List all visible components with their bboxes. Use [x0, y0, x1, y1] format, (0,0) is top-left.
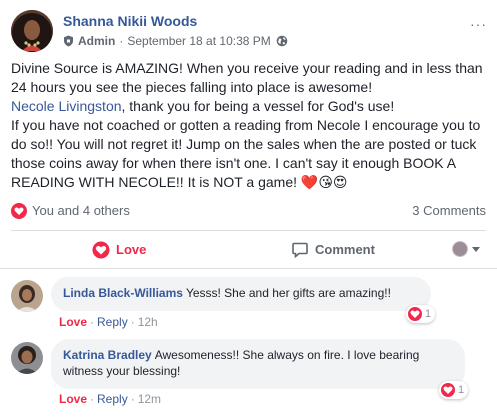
comment-action-separator: ·: [90, 315, 95, 329]
love-button[interactable]: Love: [92, 231, 146, 268]
post-body: Divine Source is AMAZING! When you recei…: [11, 59, 489, 192]
comment-button-label: Comment: [315, 242, 375, 257]
comment-reaction-count[interactable]: 1: [439, 381, 469, 399]
post-meta: Admin · September 18 at 10:38 PM: [63, 34, 288, 48]
post-emojis: ❤️😘😍: [300, 174, 348, 190]
chevron-down-icon: [472, 246, 480, 252]
reaction-count: 1: [425, 308, 432, 320]
comment-timestamp[interactable]: 12m: [138, 392, 161, 406]
comment-item: Katrina Bradley Awesomeness!! She always …: [11, 339, 491, 413]
commenter-avatar[interactable]: [11, 280, 43, 312]
comment-action-separator: ·: [90, 392, 95, 406]
love-button-label: Love: [116, 242, 147, 257]
reaction-as-selector[interactable]: [452, 241, 480, 257]
comment-action-separator: ·: [130, 315, 135, 329]
post-author-name[interactable]: Shanna Nikii Woods: [63, 13, 197, 29]
comment-actions: Love · Reply · 12m: [59, 392, 161, 406]
post-paragraph-3: If you have not coached or gotten a read…: [11, 116, 489, 192]
comment-icon: [292, 242, 308, 258]
heart-reaction-icon: [408, 307, 422, 321]
comment-love-link[interactable]: Love: [59, 392, 87, 406]
post-action-bar: Love Comment: [0, 231, 497, 268]
admin-badge: Admin: [78, 34, 116, 48]
selector-avatar: [452, 241, 468, 257]
commenter-avatar[interactable]: [11, 342, 43, 374]
comment-text: Yesss! She and her gifts are amazing!!: [185, 286, 391, 300]
post-header: Shanna Nikii Woods Admin · September 18 …: [11, 10, 491, 54]
post-paragraph-2-text: , thank you for being a vessel for God's…: [121, 98, 395, 114]
heart-reaction-icon: [11, 203, 27, 219]
comment-reaction-count[interactable]: 1: [406, 305, 436, 323]
more-options-button[interactable]: ···: [470, 16, 487, 32]
comment-item: Linda Black-Williams Yesss! She and her g…: [11, 277, 491, 337]
post-paragraph-3-text: If you have not coached or gotten a read…: [11, 117, 481, 190]
love-icon: [92, 241, 110, 258]
commenter-name[interactable]: Linda Black-Williams: [63, 286, 183, 300]
comment-reply-link[interactable]: Reply: [97, 315, 128, 329]
comment-bubble: Katrina Bradley Awesomeness!! She always …: [51, 339, 465, 389]
comment-button[interactable]: Comment: [291, 231, 375, 268]
comment-actions: Love · Reply · 12h: [59, 315, 158, 329]
comment-bubble: Linda Black-Williams Yesss! She and her g…: [51, 277, 431, 311]
comment-love-link[interactable]: Love: [59, 315, 87, 329]
post-paragraph-2: Necole Livingston, thank you for being a…: [11, 97, 489, 116]
globe-icon[interactable]: [276, 35, 288, 47]
comment-action-separator: ·: [130, 392, 135, 406]
reaction-count: 1: [458, 384, 465, 396]
heart-reaction-icon: [441, 383, 455, 397]
author-avatar[interactable]: [11, 10, 53, 52]
reactions-summary-text[interactable]: You and 4 others: [32, 203, 130, 218]
commenter-name[interactable]: Katrina Bradley: [63, 348, 152, 362]
mention-link[interactable]: Necole Livingston: [11, 98, 122, 114]
meta-separator: ·: [119, 34, 124, 48]
post-timestamp[interactable]: September 18 at 10:38 PM: [127, 34, 270, 48]
comment-reply-link[interactable]: Reply: [97, 392, 128, 406]
comments-count-link[interactable]: 3 Comments: [412, 203, 486, 218]
divider: [0, 268, 497, 269]
shield-icon: [64, 35, 73, 47]
comment-timestamp[interactable]: 12h: [138, 315, 158, 329]
reactions-summary[interactable]: You and 4 others 3 Comments: [11, 202, 489, 220]
post-paragraph-1: Divine Source is AMAZING! When you recei…: [11, 60, 483, 95]
